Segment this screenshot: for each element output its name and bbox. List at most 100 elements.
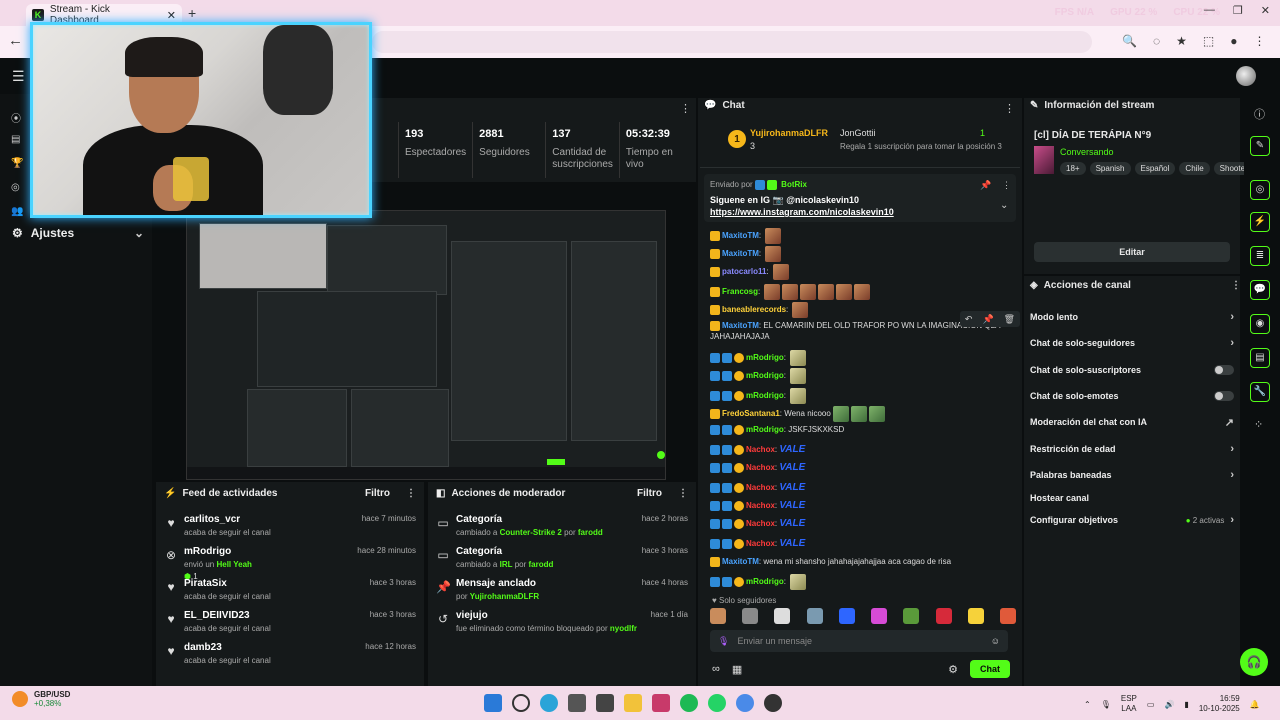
stream-tag[interactable]: 18+ — [1060, 162, 1086, 175]
emote-icon[interactable] — [850, 406, 867, 422]
pin-icon[interactable]: 📌 — [982, 314, 993, 325]
info-icon[interactable]: ⓘ — [1254, 106, 1265, 122]
search-icon[interactable] — [512, 694, 530, 712]
channel-action-row[interactable]: Modo lento › — [1030, 309, 1234, 325]
emote-icon[interactable] — [774, 608, 791, 624]
channel-action-row[interactable]: Palabras baneadas › — [1030, 467, 1234, 483]
whatsapp-icon[interactable] — [708, 694, 726, 712]
chat-username[interactable]: baneablerecords — [722, 305, 786, 314]
app-icon[interactable] — [596, 694, 614, 712]
reply-icon[interactable]: ↶ — [965, 314, 973, 325]
chat-message[interactable]: MaxitoTM: — [710, 228, 1016, 244]
channel-action-row[interactable]: Restricción de edad › — [1030, 441, 1234, 457]
volume-icon[interactable]: 🔊 — [1164, 700, 1174, 709]
kebab-menu-icon[interactable]: ⋮ — [1002, 180, 1011, 191]
chevron-up-icon[interactable]: ⌃ — [1084, 700, 1091, 709]
network-icon[interactable]: ▭ — [1147, 700, 1155, 709]
chat-message[interactable]: Nachox: VALE — [710, 444, 1016, 455]
channel-action-row[interactable]: Moderación del chat con IA ↗ — [1030, 414, 1234, 430]
list-item[interactable]: ↺ viejujo fue eliminado como término bloqu… — [436, 608, 688, 640]
chat-username[interactable]: Nachox — [746, 519, 775, 528]
chat-username[interactable]: mRodrigo — [746, 577, 784, 586]
list-item[interactable]: ♥ damb23 acaba de seguir el canal hace 12 h… — [164, 640, 416, 672]
feed-user[interactable]: carlitos_vcr — [184, 514, 240, 525]
emote-icon[interactable] — [903, 608, 920, 624]
dashboard-icon[interactable]: ▤ — [11, 134, 20, 145]
layout-icon[interactable]: ▤ — [1250, 348, 1270, 368]
bolt-icon[interactable]: ⚡ — [1250, 212, 1270, 232]
notifications-icon[interactable]: 🔔 — [1250, 700, 1260, 709]
star-icon[interactable]: ★ — [1176, 34, 1187, 48]
second-gifter-name[interactable]: JonGottii — [840, 128, 876, 138]
list-item[interactable]: ▭ Categoría cambiado a Counter-Strike 2 po… — [436, 512, 688, 544]
pinned-link[interactable]: https://www.instagram.com/nicolaskevin10 — [710, 207, 894, 217]
camera-icon[interactable]: ◎ — [1250, 180, 1270, 200]
points-icon[interactable]: ∞ — [712, 663, 720, 675]
close-tab-icon[interactable]: ✕ — [167, 9, 176, 22]
kebab-menu-icon[interactable]: ⋮ — [1004, 102, 1015, 115]
emote-icon[interactable] — [935, 608, 952, 624]
chat-message[interactable]: mRodrigo: — [710, 388, 1016, 404]
chrome-icon[interactable] — [736, 694, 754, 712]
battery-icon[interactable]: ▮ — [1184, 700, 1188, 709]
obs-icon[interactable] — [764, 694, 782, 712]
emote-icon[interactable] — [871, 608, 888, 624]
broadcast-icon[interactable]: ◉ — [1250, 314, 1270, 334]
emote-icon[interactable] — [868, 406, 885, 422]
emote-icon[interactable] — [790, 574, 807, 590]
chat-message[interactable]: MaxitoTM: wena mi shansho jahahajajahajj… — [710, 556, 1016, 567]
chat-username[interactable]: mRodrigo — [746, 391, 784, 400]
chat-username[interactable]: Nachox — [746, 501, 775, 510]
kebab-menu-icon[interactable]: ⋮ — [680, 102, 691, 115]
wrench-icon[interactable]: 🔧 — [1250, 382, 1270, 402]
emote-icon[interactable] — [999, 608, 1016, 624]
chat-username[interactable]: FredoSantana1 — [722, 409, 780, 418]
chat-message[interactable]: mRodrigo: — [710, 350, 1016, 366]
emote-icon[interactable] — [854, 284, 871, 300]
chat-username[interactable]: MaxitoTM — [722, 249, 759, 258]
list-item[interactable]: ⊗ mRodrigo envió un Hell Yeah ⬢ 1 hace 28 mi… — [164, 544, 416, 581]
sidebar-item-ajustes[interactable]: ⚙ Ajustes ⌄ — [12, 226, 144, 240]
emote-icon[interactable] — [782, 284, 799, 300]
edge-icon[interactable] — [540, 694, 558, 712]
store-icon[interactable] — [568, 694, 586, 712]
back-arrow-icon[interactable]: ← — [8, 32, 23, 49]
chat-message[interactable]: Nachox: VALE — [710, 538, 1016, 549]
folder-icon[interactable] — [624, 694, 642, 712]
kebab-menu-icon[interactable]: ⋮ — [678, 488, 688, 499]
edit-button[interactable]: Editar — [1034, 242, 1230, 262]
window-close-icon[interactable]: ✕ — [1261, 4, 1270, 17]
list-icon[interactable]: ≣ — [1250, 246, 1270, 266]
chat-username[interactable]: patocarlo11 — [722, 267, 766, 276]
mic-icon[interactable]: 🎙 — [1101, 700, 1111, 709]
mod-highlight[interactable]: YujirohanmaDLFR — [470, 592, 539, 601]
menu-icon[interactable]: ☰ — [12, 68, 25, 85]
mod-highlight[interactable]: farodd — [529, 560, 554, 569]
toggle-switch[interactable] — [1214, 365, 1234, 375]
chat-username[interactable]: MaxitoTM — [722, 321, 759, 330]
language-indicator[interactable]: ESP LAA — [1121, 694, 1137, 714]
omnibox[interactable] — [372, 31, 1092, 53]
emote-icon[interactable] — [967, 608, 984, 624]
top-gifter-name[interactable]: YujirohanmaDLFR — [750, 128, 828, 138]
emote-icon[interactable] — [764, 284, 781, 300]
kebab-menu-icon[interactable]: ⋮ — [406, 488, 416, 499]
more-apps-icon[interactable]: ⁘ — [1254, 418, 1263, 431]
emote-icon[interactable] — [800, 284, 817, 300]
chat-message[interactable]: mRodrigo: — [710, 368, 1016, 384]
emote-icon[interactable] — [836, 284, 853, 300]
emote-icon[interactable] — [790, 350, 807, 366]
clock[interactable]: 16:59 10-10-2025 — [1199, 694, 1240, 714]
fx-widget[interactable]: GBP/USD +0,38% — [12, 690, 70, 708]
stream-tag[interactable]: Español — [1134, 162, 1176, 175]
list-item[interactable]: 📌 Mensaje anclado por YujirohanmaDLFR hace … — [436, 576, 688, 608]
zoom-icon[interactable]: 🔍 — [1122, 34, 1137, 48]
user-avatar[interactable] — [1236, 66, 1256, 86]
emote-icon[interactable] — [742, 608, 759, 624]
chat-message[interactable]: mRodrigo: — [710, 574, 1016, 590]
list-item[interactable]: ♥ EL_DEIIVID23 acaba de seguir el canal hac… — [164, 608, 416, 640]
chat-username[interactable]: MaxitoTM — [722, 231, 759, 240]
emote-icon[interactable] — [765, 246, 782, 262]
feed-user[interactable]: damb23 — [184, 642, 222, 653]
minimize-icon[interactable]: — — [1204, 4, 1215, 17]
